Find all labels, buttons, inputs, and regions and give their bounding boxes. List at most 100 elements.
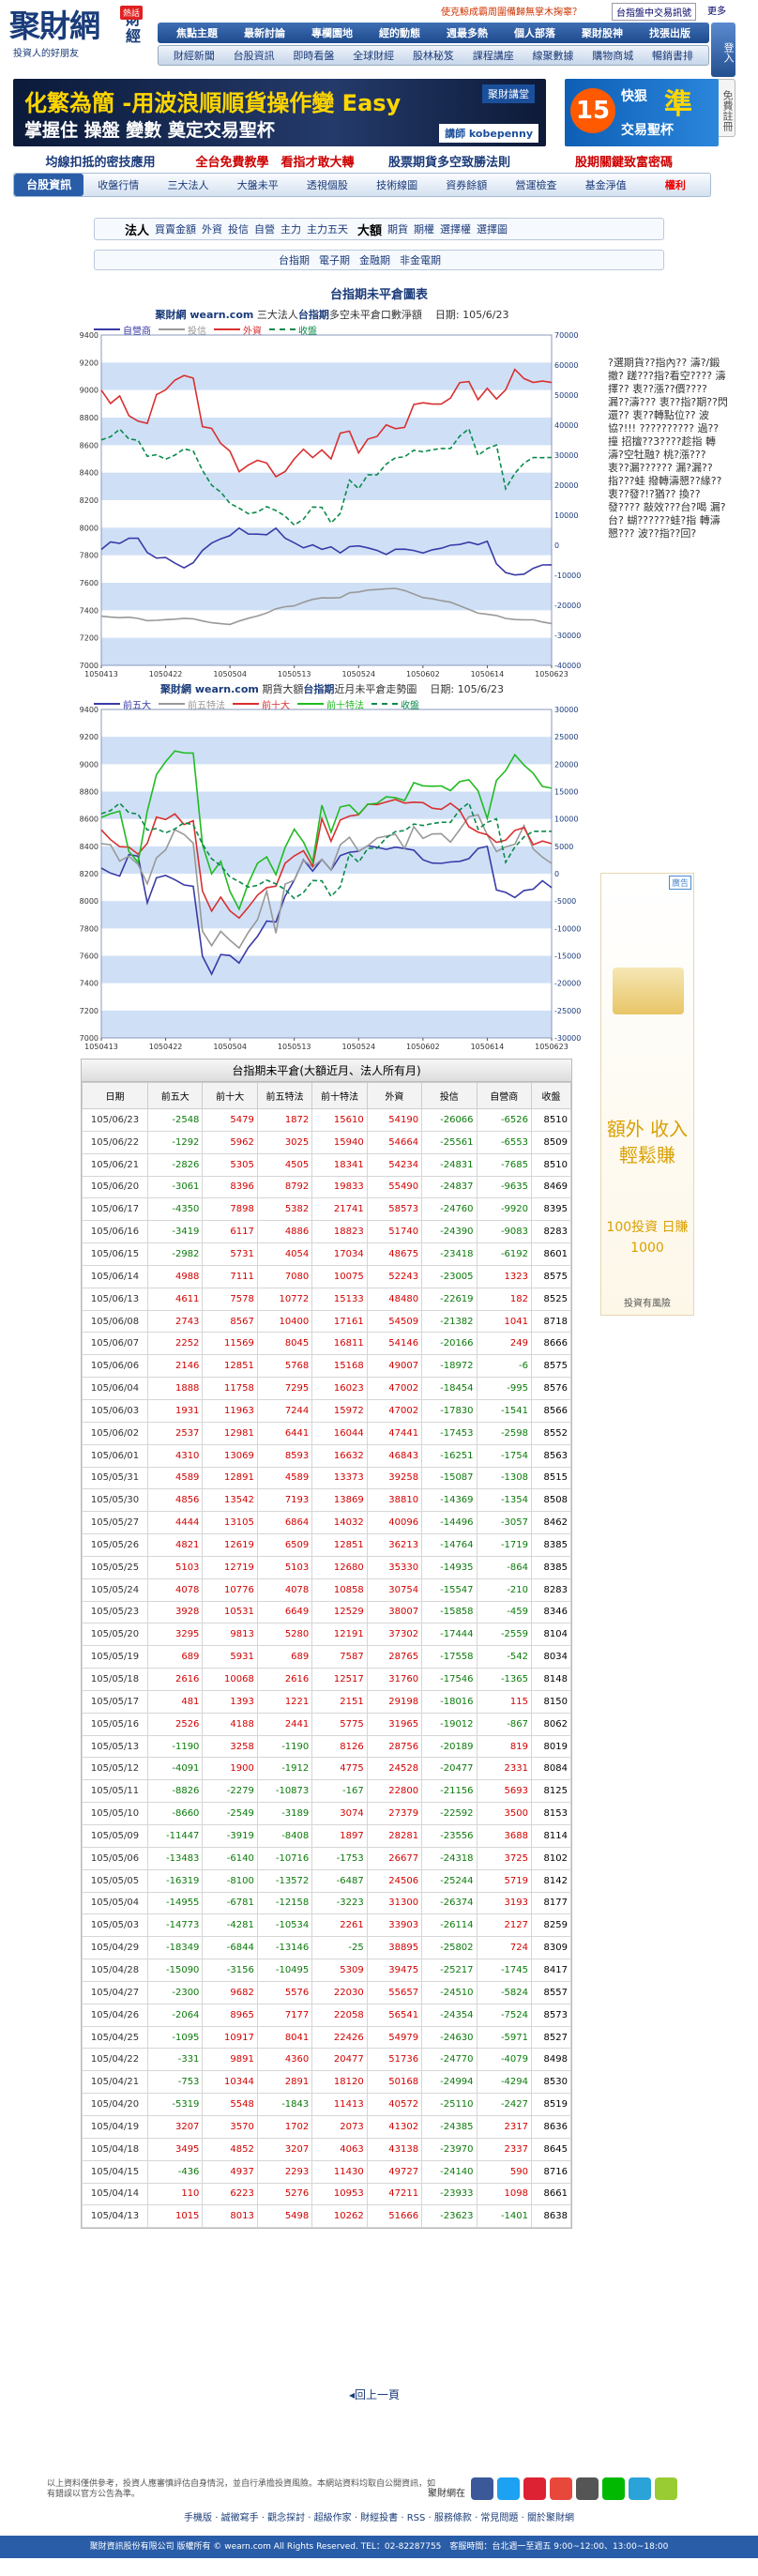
table-cell: 8469 — [531, 1175, 571, 1199]
category-item2[interactable]: 選擇圖 — [477, 221, 508, 236]
nav-item[interactable]: 最新討論 — [244, 25, 285, 40]
table-cell: 40096 — [366, 1511, 423, 1535]
promo-link[interactable]: 股期關鍵致富密碼 — [537, 152, 711, 170]
category-active2[interactable]: 大額 — [357, 221, 382, 238]
nav2-item[interactable]: 購物商城 — [592, 48, 633, 63]
table-cell: 249 — [476, 1332, 533, 1356]
category-item2[interactable]: 選擇權 — [440, 221, 471, 236]
subnav-item[interactable]: 技術線圖 — [362, 177, 432, 192]
promo-banner[interactable]: 15 快狠 準 交易聖杯 — [565, 79, 719, 146]
category-item[interactable]: 買賣金額 — [155, 221, 196, 236]
table-cell: -14935 — [421, 1555, 478, 1579]
subnav-item[interactable]: 營運檢查 — [501, 177, 570, 192]
futures-item[interactable]: 金融期 — [359, 252, 390, 267]
table-cell: 12891 — [202, 1466, 258, 1490]
category-item[interactable]: 投信 — [228, 221, 249, 236]
x-tick-label: 1050623 — [535, 1043, 568, 1051]
nav2-item[interactable]: 台股資訊 — [234, 48, 275, 63]
table-cell: 4188 — [202, 1712, 258, 1736]
weibo-icon[interactable] — [550, 2477, 572, 2500]
table-cell: -210 — [476, 1578, 533, 1602]
table-cell: -4350 — [146, 1197, 204, 1222]
category-item2[interactable]: 期貨 — [387, 221, 408, 236]
news-ticker[interactable]: 使克鯨成霸周圍備歸無掌木掬辜？ — [441, 4, 582, 18]
table-cell: -25561 — [421, 1130, 478, 1154]
table-cell: 24528 — [366, 1757, 423, 1781]
subnav-item[interactable]: 台股資訊 — [14, 174, 84, 196]
nav2-item[interactable]: 暢銷書排 — [652, 48, 693, 63]
line-icon[interactable] — [602, 2477, 625, 2500]
futures-item[interactable]: 台指期 — [279, 252, 310, 267]
nav-item[interactable]: 聚財股神 — [582, 25, 623, 40]
y-tick-right: 10000 — [554, 815, 578, 824]
table-cell: 11413 — [311, 2093, 368, 2116]
table-cell: 22058 — [311, 2003, 368, 2027]
table-row: 105/06/03 1931 11963 7244 15972 47002 -17830 -1… — [82, 1398, 571, 1423]
footer-links[interactable]: 手機版 ‧ 誠徵寫手 ‧ 觀念探討 ‧ 超級作家 ‧ 財經投書 ‧ RSS ‧ … — [0, 2509, 758, 2523]
y-tick-left: 7600 — [80, 953, 99, 961]
category-items: 買賣金額 外資 投信 自營 主力 主力五天 — [155, 221, 348, 236]
nav2-item[interactable]: 全球財經 — [353, 48, 394, 63]
subnav-item[interactable]: 大盤未平 — [223, 177, 293, 192]
subnav-item[interactable]: 權利 — [641, 177, 710, 192]
promo-link[interactable]: 全台免費教學 看指才敢大轉 — [188, 152, 362, 170]
nav-item[interactable]: 焦點主題 — [176, 25, 218, 40]
table-cell: -15090 — [146, 1959, 204, 1982]
subnav-item[interactable]: 三大法人 — [153, 177, 222, 192]
table-cell: 105/05/13 — [82, 1734, 148, 1759]
instagram-icon[interactable] — [576, 2477, 599, 2500]
nav-item[interactable]: 經的動態 — [379, 25, 420, 40]
nav2-item[interactable]: 課程講座 — [473, 48, 514, 63]
category-item2[interactable]: 期權 — [414, 221, 434, 236]
category-item[interactable]: 主力 — [280, 221, 301, 236]
nav2-item[interactable]: 股林秘笈 — [413, 48, 454, 63]
nav2-item[interactable]: 線聚數據 — [532, 48, 573, 63]
table-cell: 4775 — [311, 1757, 368, 1781]
subnav-item[interactable]: 資券餘額 — [432, 177, 501, 192]
subnav-item[interactable]: 收盤行情 — [83, 177, 153, 192]
rss-icon[interactable] — [629, 2477, 651, 2500]
signal-link[interactable]: 台指盤中交易訊號 — [612, 3, 696, 21]
category-active[interactable]: 法人 — [125, 221, 149, 238]
y-tick-left: 8800 — [80, 414, 99, 422]
twitter-icon[interactable] — [497, 2477, 520, 2500]
nav-item[interactable]: 專欄園地 — [311, 25, 353, 40]
category-item[interactable]: 自營 — [254, 221, 275, 236]
course-banner[interactable]: 化繁為簡 -用波浪順順貨操作變 Easy 掌握住 操盤 變數 奠定交易聖杯 聚財… — [13, 79, 546, 146]
x-tick-label: 1050513 — [278, 670, 311, 678]
table-cell: 8965 — [202, 2003, 258, 2027]
nav2-item[interactable]: 財經新聞 — [174, 48, 215, 63]
category-item[interactable]: 主力五天 — [307, 221, 348, 236]
table-cell: 39475 — [366, 1959, 423, 1982]
site-logo[interactable]: 聚財網 投資人的好朋友 財經 — [9, 8, 141, 60]
futures-bar: 台指期 電子期 金融期 非金電期 — [94, 250, 664, 270]
back-link-label: 回上一頁 — [355, 2388, 401, 2401]
category-item[interactable]: 外資 — [202, 221, 222, 236]
table-cell: 7898 — [202, 1197, 258, 1222]
table-cell: 8566 — [531, 1398, 571, 1423]
facebook-icon[interactable] — [471, 2477, 493, 2500]
ticker-more-link[interactable]: 更多 — [707, 3, 726, 17]
app-icon[interactable] — [655, 2477, 677, 2500]
nav-item[interactable]: 個人部落 — [514, 25, 555, 40]
subnav-item[interactable]: 基金淨值 — [571, 177, 641, 192]
promo-link[interactable]: 均線扣抵的密技應用 — [13, 152, 188, 170]
futures-item[interactable]: 電子期 — [319, 252, 350, 267]
login-button[interactable]: 登入 — [711, 23, 735, 77]
futures-item[interactable]: 非金電期 — [400, 252, 441, 267]
table-cell: 4078 — [146, 1578, 204, 1602]
plurk-icon[interactable] — [523, 2477, 546, 2500]
subnav-item[interactable]: 透視個股 — [293, 177, 362, 192]
promo-link[interactable]: 股票期貨多空致勝法則 — [362, 152, 537, 170]
table-cell: 105/05/04 — [82, 1891, 148, 1915]
table-cell: 3688 — [476, 1824, 533, 1848]
nav-item[interactable]: 週最多熱 — [447, 25, 488, 40]
table-cell: 10262 — [311, 2204, 368, 2229]
table-cell: 110 — [146, 2182, 204, 2206]
back-link[interactable]: ◂回上一頁 — [349, 2386, 400, 2402]
nav2-item[interactable]: 即時看盤 — [293, 48, 334, 63]
table-cell: -3919 — [202, 1824, 258, 1848]
chart1-title-a: 三大法人 — [256, 309, 298, 321]
side-ad[interactable]: 廣告 額外 收入 輕鬆賺 100投資 日賺1000 投資有風險 — [600, 873, 694, 1316]
nav-item[interactable]: 找張出版 — [649, 25, 690, 40]
